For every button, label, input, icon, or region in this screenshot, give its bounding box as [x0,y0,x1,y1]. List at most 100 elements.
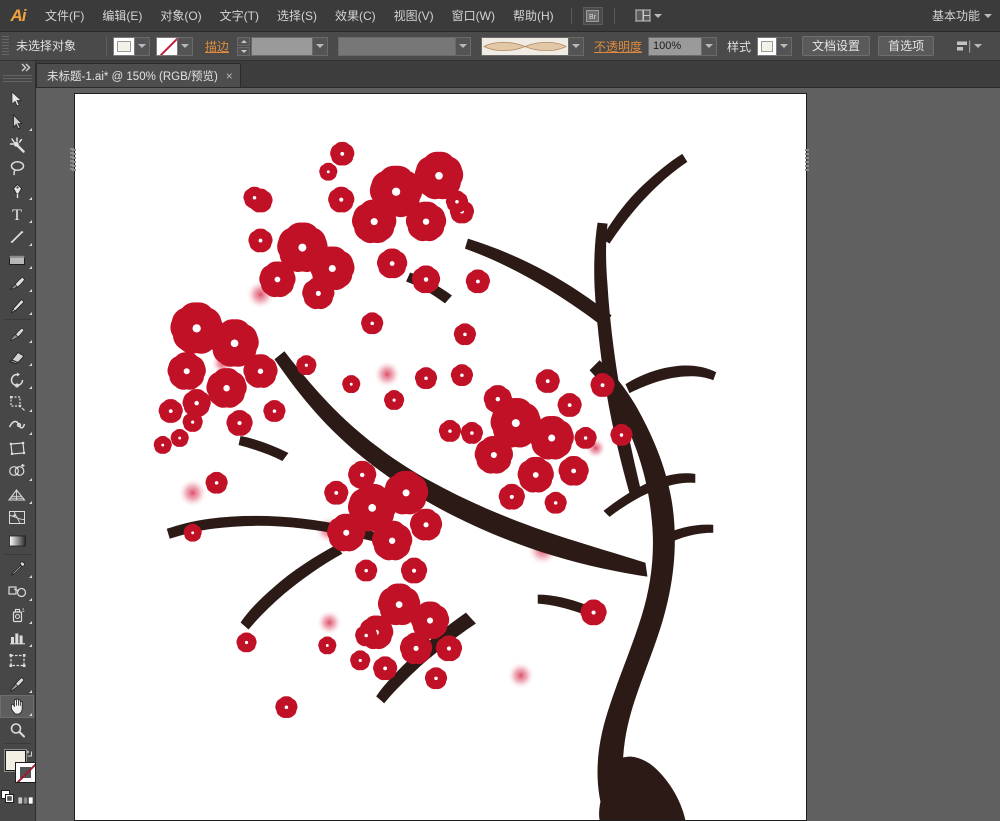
fill-dropdown-arrow[interactable] [135,36,150,56]
divider [106,36,107,56]
paintbrush-tool[interactable] [0,271,34,294]
blossom-clusters [152,141,635,721]
tool-flyout-indicator [29,478,32,481]
chevron-down-icon [138,44,146,48]
mesh-tool[interactable] [0,506,34,529]
stroke-weight-input[interactable] [251,36,314,56]
shape-builder-tool[interactable] [0,460,34,483]
close-icon[interactable]: × [226,70,233,82]
stepper-down[interactable] [237,46,251,56]
magic-wand-tool[interactable] [0,133,34,156]
menu-edit[interactable]: 编辑(E) [93,0,151,32]
tools-panel-collapse-icon[interactable] [0,61,36,74]
blob-brush-tool[interactable] [0,322,34,345]
stroke-dropdown-arrow[interactable] [178,36,193,56]
tool-flyout-indicator [29,598,32,601]
zoom-tool[interactable] [0,718,34,741]
caret-down-icon [240,49,247,53]
menu-view[interactable]: 视图(V) [385,0,443,32]
tool-divider [4,743,31,744]
rectangle-tool[interactable] [0,248,34,271]
opacity-dropdown[interactable] [702,36,718,56]
opacity-input[interactable]: 100% [648,36,703,56]
menu-items: 文件(F) 编辑(E) 对象(O) 文字(T) 选择(S) 效果(C) 视图(V… [36,0,563,32]
graphic-style-dropdown[interactable] [777,36,793,56]
line-segment-tool[interactable] [0,225,34,248]
stroke-profile-dropdown[interactable] [569,36,585,56]
type-tool[interactable]: T [0,202,34,225]
chevron-down-icon [653,13,662,18]
preferences-button[interactable]: 首选项 [878,36,935,56]
default-fill-stroke-icon[interactable] [1,790,14,808]
eyedropper-tool[interactable] [0,557,34,580]
pen-tool[interactable] [0,179,34,202]
document-setup-button[interactable]: 文档设置 [802,36,871,56]
symbol-sprayer-tool[interactable] [0,603,34,626]
chevron-down-icon [984,13,992,18]
workspace-label: 基本功能 [931,9,980,23]
tool-flyout-indicator [29,363,32,366]
fill-swatch[interactable] [113,36,135,56]
align-to-selection-icon[interactable] [954,37,984,55]
menu-select[interactable]: 选择(S) [268,0,326,32]
tool-flyout-indicator [29,386,32,389]
style-label: 样式 [727,39,752,54]
artboard[interactable] [72,93,809,821]
stroke-weight-label[interactable]: 描边 [205,38,229,55]
menu-file[interactable]: 文件(F) [36,0,93,32]
direct-selection-tool[interactable] [0,110,34,133]
hand-tool[interactable] [0,695,34,718]
gradient-tool[interactable] [0,529,34,552]
rotate-tool[interactable] [0,368,34,391]
brush-definition-input[interactable] [338,36,457,56]
column-graph-tool[interactable] [0,626,34,649]
branch-shapes [166,153,717,820]
menu-type[interactable]: 文字(T) [211,0,268,32]
document-tab-bar: 未标题-1.ai* @ 150% (RGB/预览) × [0,61,1000,88]
stepper-up[interactable] [237,36,251,46]
document-tab[interactable]: 未标题-1.ai* @ 150% (RGB/预览) × [36,63,241,87]
fill-control[interactable] [113,36,150,56]
menu-window[interactable]: 窗口(W) [443,0,504,32]
cherry-blossom-artwork[interactable] [75,94,806,820]
opacity-label[interactable]: 不透明度 [594,38,642,55]
eraser-tool[interactable] [0,345,34,368]
slice-tool[interactable] [0,672,34,695]
pencil-tool[interactable] [0,294,34,317]
stroke-weight-stepper[interactable] [237,36,251,56]
tool-flyout-indicator [29,690,32,693]
tool-flyout-indicator [29,409,32,412]
arrange-documents-icon[interactable] [633,7,664,25]
width-tool[interactable] [0,414,34,437]
chevron-down-icon [780,44,789,48]
blend-tool[interactable] [0,580,34,603]
menu-help[interactable]: 帮助(H) [504,0,563,32]
tool-flyout-indicator [29,713,32,716]
stroke-profile-swatch[interactable] [481,36,570,56]
menu-object[interactable]: 对象(O) [151,0,210,32]
artboard-tool[interactable] [0,649,34,672]
control-bar-grip[interactable] [2,36,9,56]
brush-definition-dropdown[interactable] [456,36,472,56]
workspace-switcher[interactable]: 基本功能 [932,7,1000,24]
tool-divider [4,554,31,555]
canvas-area[interactable] [36,88,1000,821]
stroke-swatch[interactable] [156,36,178,56]
scale-tool[interactable] [0,391,34,414]
bridge-icon[interactable]: Br [582,6,603,25]
stroke-weight-dropdown[interactable] [313,36,329,56]
graphic-style-control[interactable] [757,36,793,56]
selection-tool[interactable] [0,87,34,110]
perspective-grid-tool[interactable] [0,483,34,506]
tools-panel-drag-handle[interactable] [3,75,32,84]
lasso-tool[interactable] [0,156,34,179]
free-transform-tool[interactable] [0,437,34,460]
stroke-control[interactable] [156,36,193,56]
tool-flyout-indicator [29,243,32,246]
menu-effect[interactable]: 效果(C) [326,0,385,32]
chevron-down-icon [316,44,325,48]
color-mode-icons[interactable] [17,792,34,810]
graphic-style-swatch[interactable] [757,36,778,56]
stroke-color-swatch[interactable] [15,762,36,783]
app-logo-icon: Ai [10,5,27,25]
